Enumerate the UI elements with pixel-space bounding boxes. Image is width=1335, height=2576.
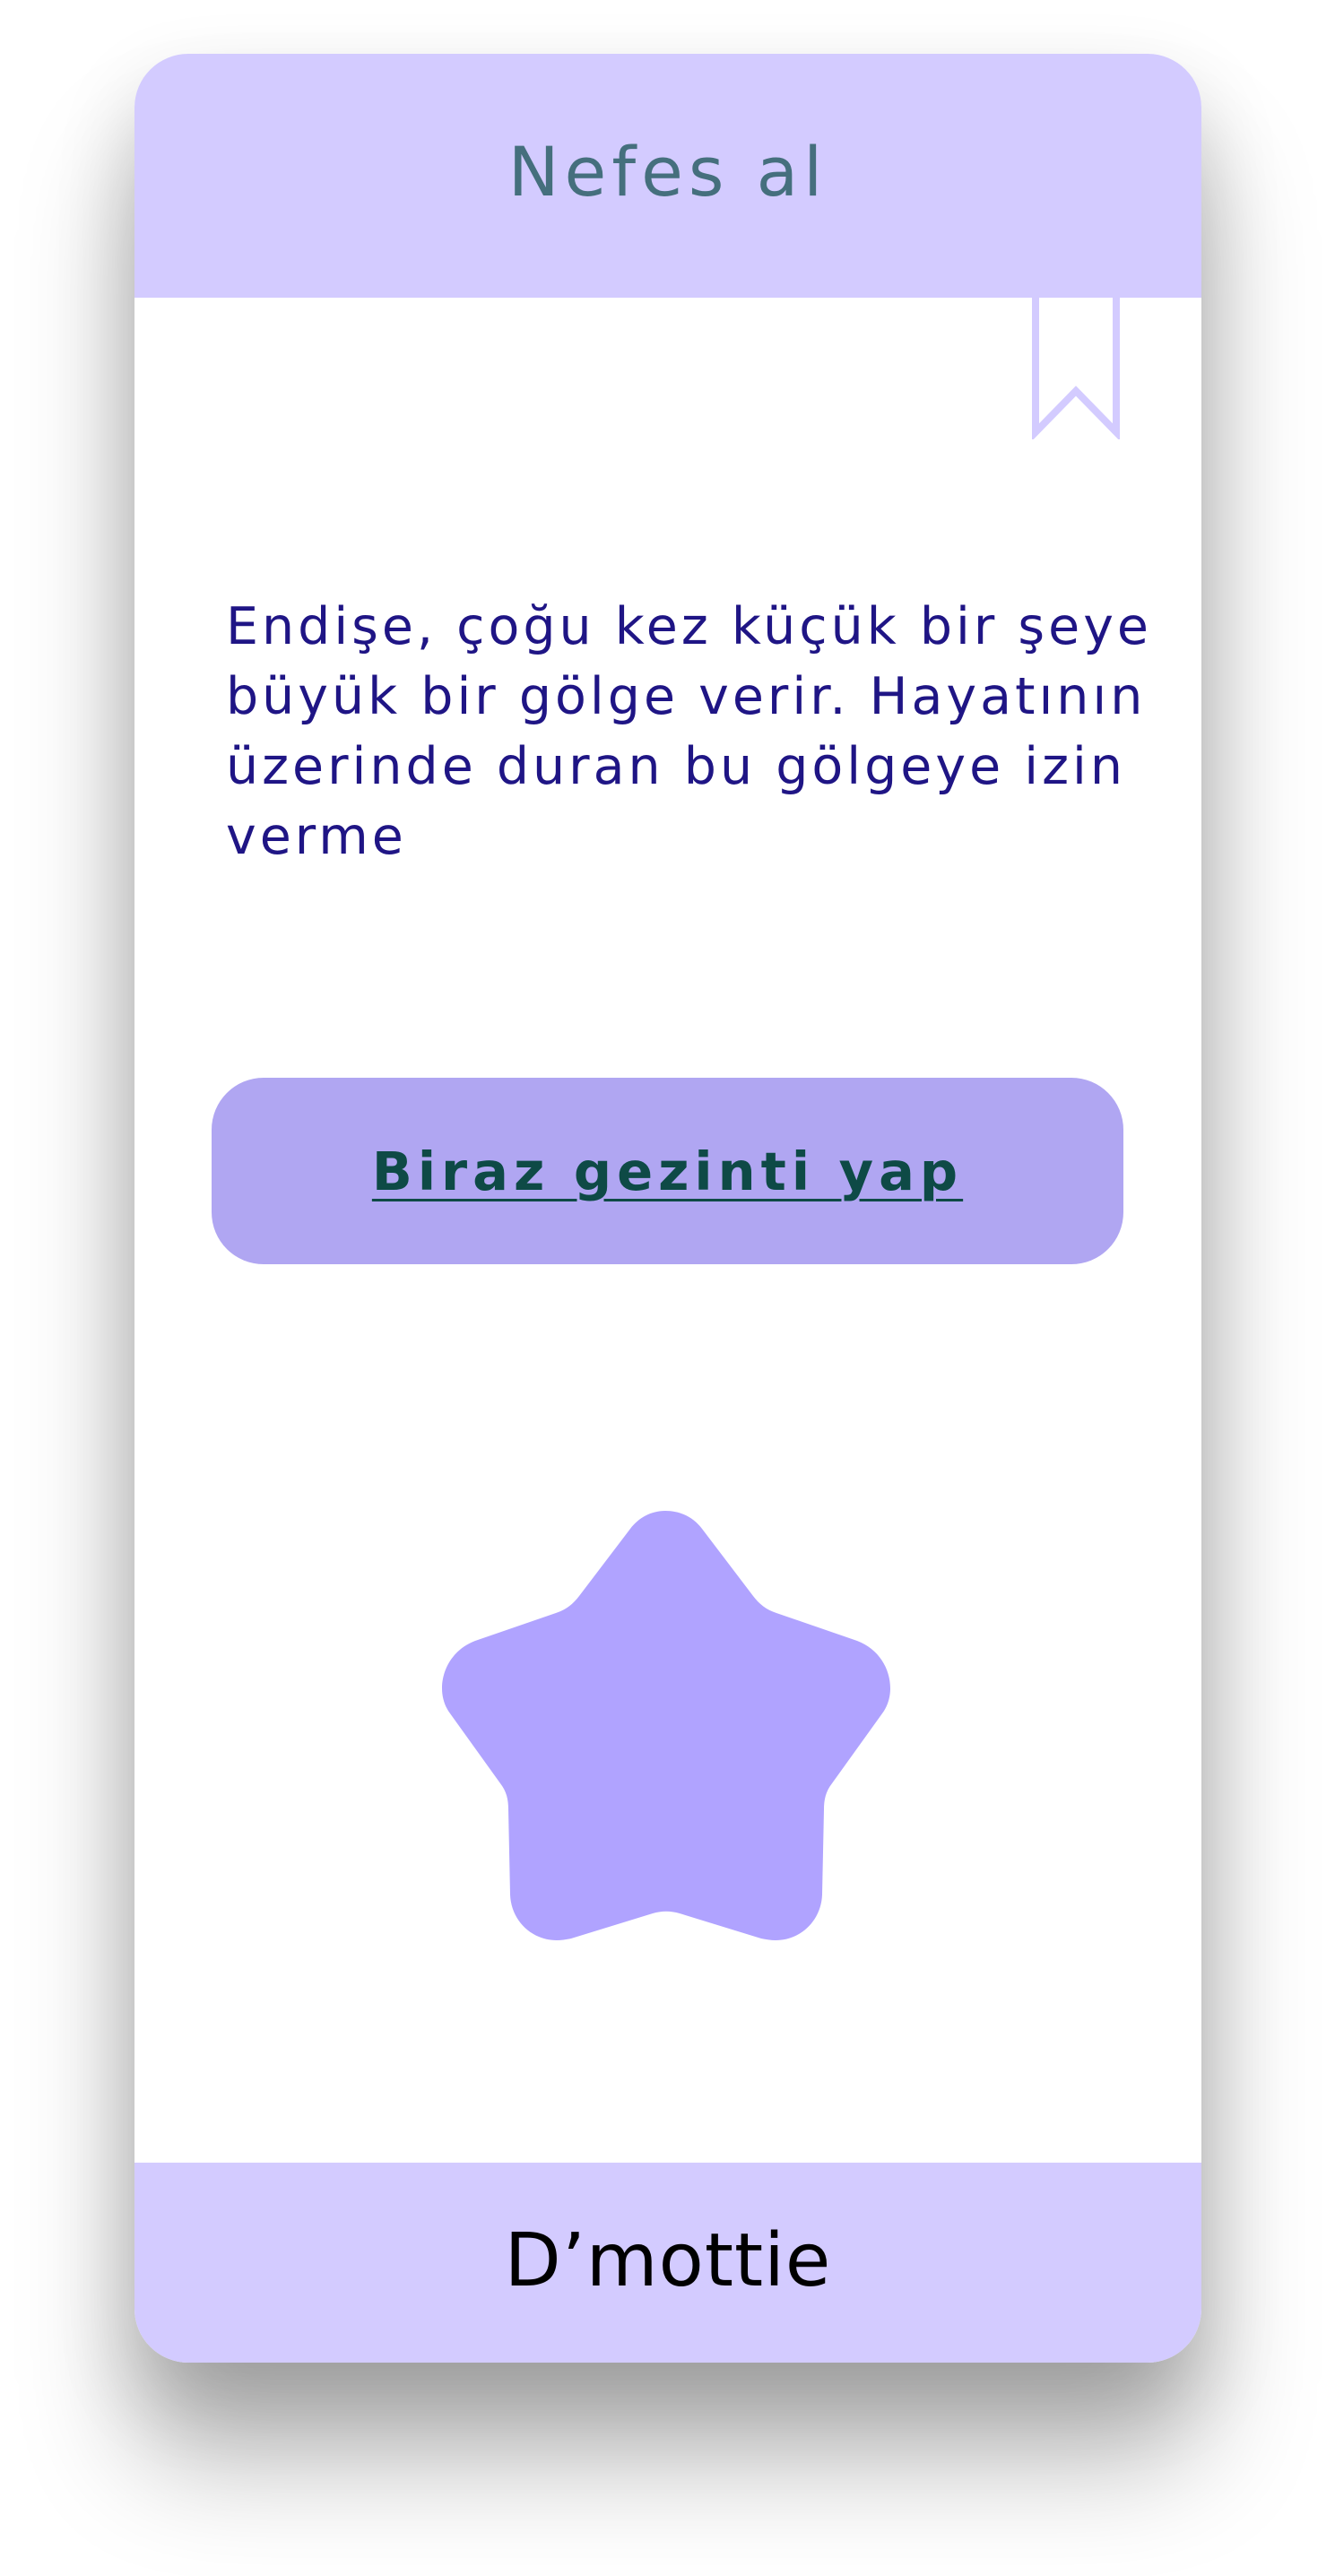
brand-name: D’mottie: [504, 2218, 832, 2303]
take-a-walk-button[interactable]: Biraz gezinti yap: [212, 1078, 1123, 1264]
footer-bar: D’mottie: [134, 2163, 1201, 2363]
app-screen: Nefes al Endişe, çoğu kez küçük bir şeye…: [134, 54, 1201, 2363]
header-bar: Nefes al: [134, 54, 1201, 298]
quote-text: Endişe, çoğu kez küçük bir şeye büyük bi…: [226, 597, 1152, 866]
page-title: Nefes al: [507, 131, 828, 212]
take-a-walk-label: Biraz gezinti yap: [371, 1140, 964, 1202]
bookmark-icon[interactable]: [1031, 298, 1121, 439]
star-icon[interactable]: [394, 1461, 937, 1991]
